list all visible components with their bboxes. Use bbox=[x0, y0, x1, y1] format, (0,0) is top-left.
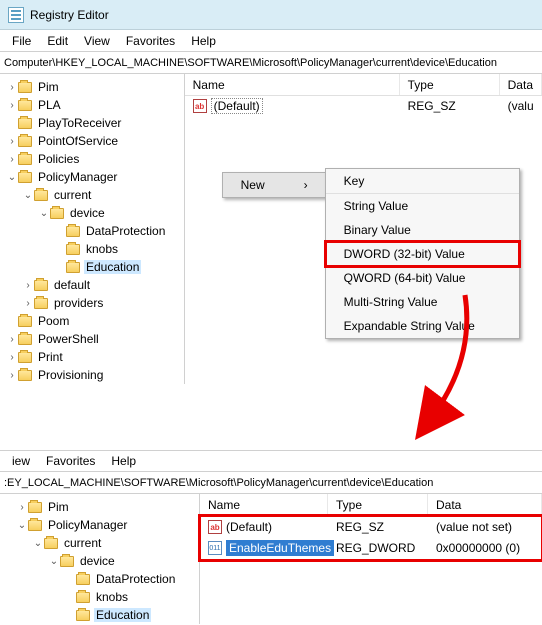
app-icon bbox=[8, 7, 24, 23]
menu-view[interactable]: View bbox=[76, 32, 118, 50]
col-data[interactable]: Data bbox=[500, 74, 542, 95]
main-area: ›Pim ›PLA PlayToReceiver ›PointOfService… bbox=[0, 74, 542, 384]
list2-row-enableeduthemes[interactable]: 011EnableEduThemes REG_DWORD 0x00000000 … bbox=[200, 537, 542, 559]
menu2-help[interactable]: Help bbox=[103, 452, 144, 470]
window-title: Registry Editor bbox=[30, 8, 109, 22]
tree-pla[interactable]: ›PLA bbox=[0, 96, 184, 114]
menu-file[interactable]: File bbox=[4, 32, 39, 50]
tree2-device[interactable]: ⌄device bbox=[0, 552, 199, 570]
list-header: Name Type Data bbox=[185, 74, 542, 96]
tree-knobs[interactable]: knobs bbox=[0, 240, 184, 258]
ctx-qword[interactable]: QWORD (64-bit) Value bbox=[326, 266, 519, 290]
tree-view[interactable]: ›Pim ›PLA PlayToReceiver ›PointOfService… bbox=[0, 74, 185, 384]
list-header-2: Name Type Data bbox=[200, 494, 542, 516]
tree2-dp[interactable]: DataProtection bbox=[0, 570, 199, 588]
tree-dataprotection[interactable]: DataProtection bbox=[0, 222, 184, 240]
tree-education[interactable]: Education bbox=[0, 258, 184, 276]
tree2-current[interactable]: ⌄current bbox=[0, 534, 199, 552]
address-bar[interactable]: Computer\HKEY_LOCAL_MACHINE\SOFTWARE\Mic… bbox=[0, 52, 542, 74]
reg-sz-icon: ab bbox=[208, 520, 222, 534]
context-submenu: Key String Value Binary Value DWORD (32-… bbox=[325, 168, 520, 339]
ctx-string[interactable]: String Value bbox=[326, 194, 519, 218]
tree-policymanager[interactable]: ⌄PolicyManager bbox=[0, 168, 184, 186]
menu2-favorites[interactable]: Favorites bbox=[38, 452, 103, 470]
tree-device[interactable]: ⌄device bbox=[0, 204, 184, 222]
col-type[interactable]: Type bbox=[400, 74, 500, 95]
menu-favorites[interactable]: Favorites bbox=[118, 32, 183, 50]
context-menu-new: New› bbox=[222, 172, 327, 198]
menubar: File Edit View Favorites Help bbox=[0, 30, 542, 52]
col2-data[interactable]: Data bbox=[428, 494, 542, 515]
tree-policies[interactable]: ›Policies bbox=[0, 150, 184, 168]
address-text-2: :EY_LOCAL_MACHINE\SOFTWARE\Microsoft\Pol… bbox=[4, 477, 433, 489]
address-text: Computer\HKEY_LOCAL_MACHINE\SOFTWARE\Mic… bbox=[4, 57, 497, 69]
address-bar-2[interactable]: :EY_LOCAL_MACHINE\SOFTWARE\Microsoft\Pol… bbox=[0, 472, 542, 494]
ctx-new[interactable]: New› bbox=[223, 173, 326, 197]
menu2-view[interactable]: iew bbox=[4, 452, 38, 470]
ctx-dword[interactable]: DWORD (32-bit) Value bbox=[326, 242, 519, 266]
chevron-right-icon: › bbox=[304, 178, 308, 192]
highlighted-rows: ab(Default) REG_SZ (value not set) 011En… bbox=[200, 516, 542, 560]
tree2-policymanager[interactable]: ⌄PolicyManager bbox=[0, 516, 199, 534]
reg-dword-icon: 011 bbox=[208, 541, 222, 555]
col2-type[interactable]: Type bbox=[328, 494, 428, 515]
ctx-expand[interactable]: Expandable String Value bbox=[326, 314, 519, 338]
ctx-multi[interactable]: Multi-String Value bbox=[326, 290, 519, 314]
tree-print[interactable]: ›Print bbox=[0, 348, 184, 366]
menu-edit[interactable]: Edit bbox=[39, 32, 76, 50]
tree2-knobs[interactable]: knobs bbox=[0, 588, 199, 606]
tree-pim[interactable]: ›Pim bbox=[0, 78, 184, 96]
tree-pointofservice[interactable]: ›PointOfService bbox=[0, 132, 184, 150]
col2-name[interactable]: Name bbox=[200, 494, 328, 515]
list2-row-default[interactable]: ab(Default) REG_SZ (value not set) bbox=[200, 517, 542, 537]
list-row-default[interactable]: ab(Default) REG_SZ (valu bbox=[185, 96, 542, 116]
tree-playtoreceiver[interactable]: PlayToReceiver bbox=[0, 114, 184, 132]
reg-sz-icon: ab bbox=[193, 99, 207, 113]
ctx-binary[interactable]: Binary Value bbox=[326, 218, 519, 242]
list-view[interactable]: Name Type Data ab(Default) REG_SZ (valu … bbox=[185, 74, 542, 384]
tree-current[interactable]: ⌄current bbox=[0, 186, 184, 204]
menubar-2: iew Favorites Help bbox=[0, 450, 542, 472]
tree-view-2[interactable]: ›Pim ⌄PolicyManager ⌄current ⌄device Dat… bbox=[0, 494, 200, 624]
tree-providers[interactable]: ›providers bbox=[0, 294, 184, 312]
list-view-2[interactable]: Name Type Data ab(Default) REG_SZ (value… bbox=[200, 494, 542, 624]
col-name[interactable]: Name bbox=[185, 74, 400, 95]
tree-default[interactable]: ›default bbox=[0, 276, 184, 294]
titlebar: Registry Editor bbox=[0, 0, 542, 30]
ctx-key[interactable]: Key bbox=[326, 169, 519, 193]
menu-help[interactable]: Help bbox=[183, 32, 224, 50]
tree2-pim[interactable]: ›Pim bbox=[0, 498, 199, 516]
tree-poom[interactable]: Poom bbox=[0, 312, 184, 330]
tree2-education[interactable]: Education bbox=[0, 606, 199, 624]
tree-provisioning[interactable]: ›Provisioning bbox=[0, 366, 184, 384]
tree-powershell[interactable]: ›PowerShell bbox=[0, 330, 184, 348]
